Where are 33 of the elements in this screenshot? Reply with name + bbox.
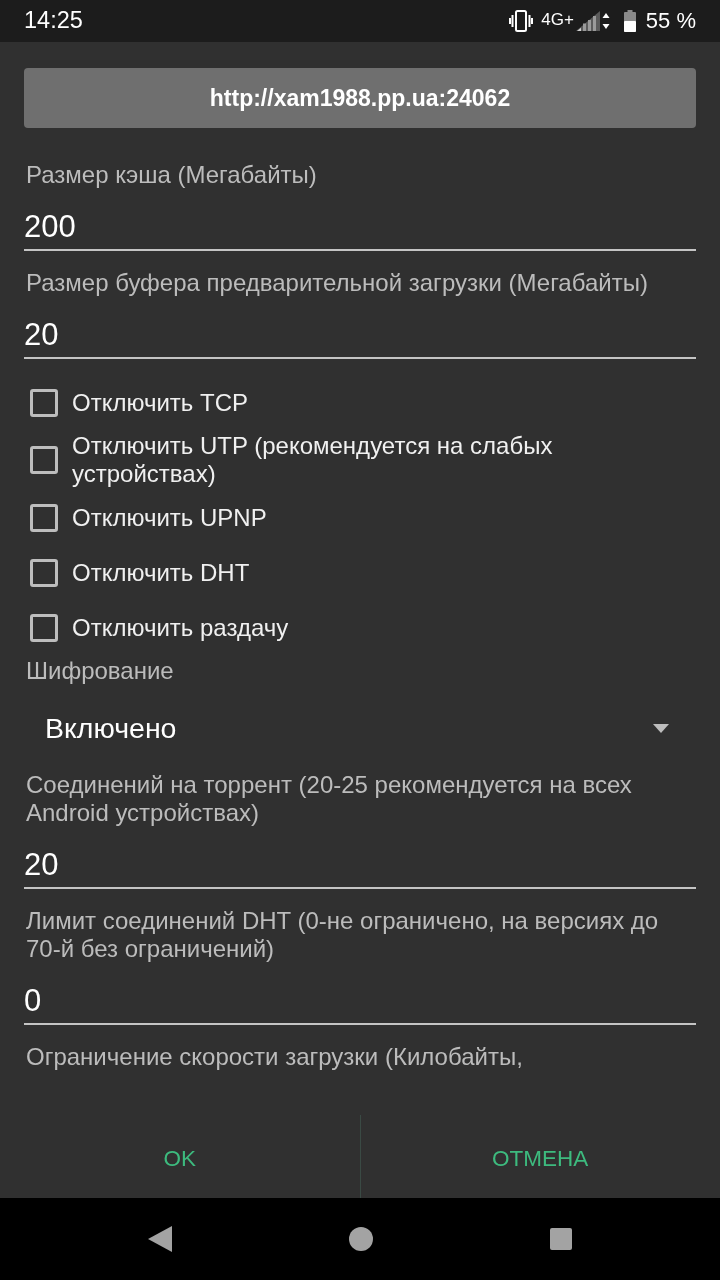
checkbox-label: Отключить DHT [72,558,250,587]
field-label: Соединений на торрент (20-25 рекомендуется на всех Android устройствах) [25,771,633,827]
text-field[interactable]: 20 [24,297,696,359]
checkbox[interactable] [30,558,58,587]
checkbox[interactable] [30,388,58,417]
caret-icon [653,723,669,733]
field-label: Лимит соединений DHT (0-не ограничено, на версиях до 70-й без ограничений) [25,907,660,963]
ok-button[interactable]: OK [0,1115,360,1198]
field-label: Ограничение скорости загрузки (Килобайты, [25,1043,524,1071]
field-label: Размер кэша (Мегабайты) [25,161,318,189]
dropdown[interactable]: Включено [24,700,696,756]
field-label: Шифрование [25,657,175,685]
checkbox[interactable] [30,446,58,474]
checkbox[interactable] [30,613,58,642]
home-icon[interactable] [349,1227,373,1251]
status-time: 14:25 [24,9,83,33]
battery-percent: 55 % [645,10,696,32]
checkbox-label: Отключить раздачу [72,613,289,642]
text-field[interactable]: 0 [24,963,696,1025]
network-type-label: 4G+ [541,10,574,28]
text-field[interactable]: 200 [24,189,696,251]
back-icon[interactable] [148,1226,172,1252]
data-arrows-icon [601,11,610,31]
checkbox-label: Отключить UPNP [72,503,267,532]
field-label: Размер буфера предварительной загрузки (Мегабайты) [25,269,649,297]
url-button[interactable]: http://xam1988.pp.ua:24062 [24,68,696,128]
vibrate-icon [509,10,534,32]
signal-icon [575,11,600,31]
text-field[interactable]: 20 [24,827,696,889]
checkbox[interactable] [30,503,58,532]
checkbox-label: Отключить TCP [72,388,248,417]
battery-icon [623,10,636,32]
checkbox-label: Отключить UTP (рекомендуется на слабых устройствах) [72,432,554,488]
